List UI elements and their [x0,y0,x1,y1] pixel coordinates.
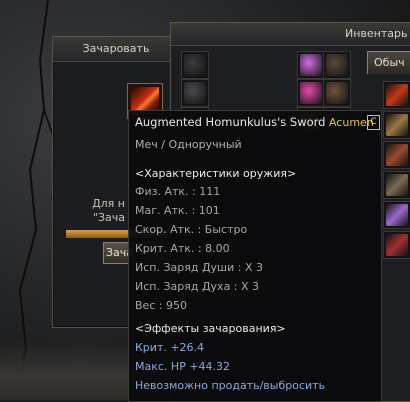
enchant-description: Для н "Зача [53,197,125,225]
enchant-effects-header: <Эффекты зачарования> [135,322,286,335]
inventory-slot[interactable] [383,231,410,259]
inventory-slot[interactable] [383,141,410,169]
inventory-slot[interactable] [383,81,410,109]
inventory-slot[interactable] [323,51,351,79]
grade-c-badge-icon: C [367,115,380,130]
item-icon [386,174,408,196]
blade-icon [386,114,408,136]
weapon-stat-line: Исп. Заряд Духа : X 3 [135,280,260,293]
item-tooltip: Augmented Homunkulus's Sword Acumen C Ме… [128,110,382,402]
enchant-effect-line: Невозможно продать/выбросить [135,379,326,392]
enchant-desc-line: "Зача [92,211,125,224]
inventory-slot[interactable] [323,79,351,107]
pink-crystal-icon [300,54,322,76]
gear-icon [326,82,348,104]
flame-gem-icon [300,82,322,104]
helmet-icon [184,82,206,104]
item-type: Меч / Одноручный [135,138,242,151]
weapon-stats-header: <Характеристики оружия> [135,167,297,180]
helmet-icon [184,54,206,76]
inventory-window-title: Инвентарь [171,23,410,46]
tab-normal[interactable]: Обыч [367,51,410,74]
item-icon [386,144,408,166]
item-name: Augmented Homunkulus's Sword [135,115,326,129]
inventory-slot[interactable] [297,51,325,79]
sword-icon [386,84,408,106]
weapon-stat-line: Маг. Атк. : 101 [135,204,220,217]
enchant-window-title: Зачаровать [53,37,179,62]
enchant-desc-line: Для н [92,197,125,210]
inventory-slot[interactable] [181,51,209,79]
item-icon [386,234,408,256]
weapon-stat-line: Крит. Атк. : 8.00 [135,242,230,255]
weapon-stat-line: Физ. Атк. : 111 [135,185,221,198]
tooltip-title-row: Augmented Homunkulus's Sword Acumen [135,115,374,130]
weapon-stat-line: Вес : 950 [135,299,188,312]
armor-icon [326,54,348,76]
weapon-stat-line: Скор. Атк. : Быстро [135,223,248,236]
inventory-slot[interactable] [383,201,410,229]
inventory-slot[interactable] [383,111,410,139]
crystal-icon [386,204,408,226]
enchant-effect-line: Макс. HP +44.32 [135,360,231,373]
weapon-stat-line: Исп. Заряд Души : X 3 [135,261,264,274]
enchant-effect-line: Крит. +26.4 [135,341,205,354]
inventory-slot[interactable] [297,79,325,107]
inventory-slot[interactable] [383,171,410,199]
inventory-slot[interactable] [181,79,209,107]
